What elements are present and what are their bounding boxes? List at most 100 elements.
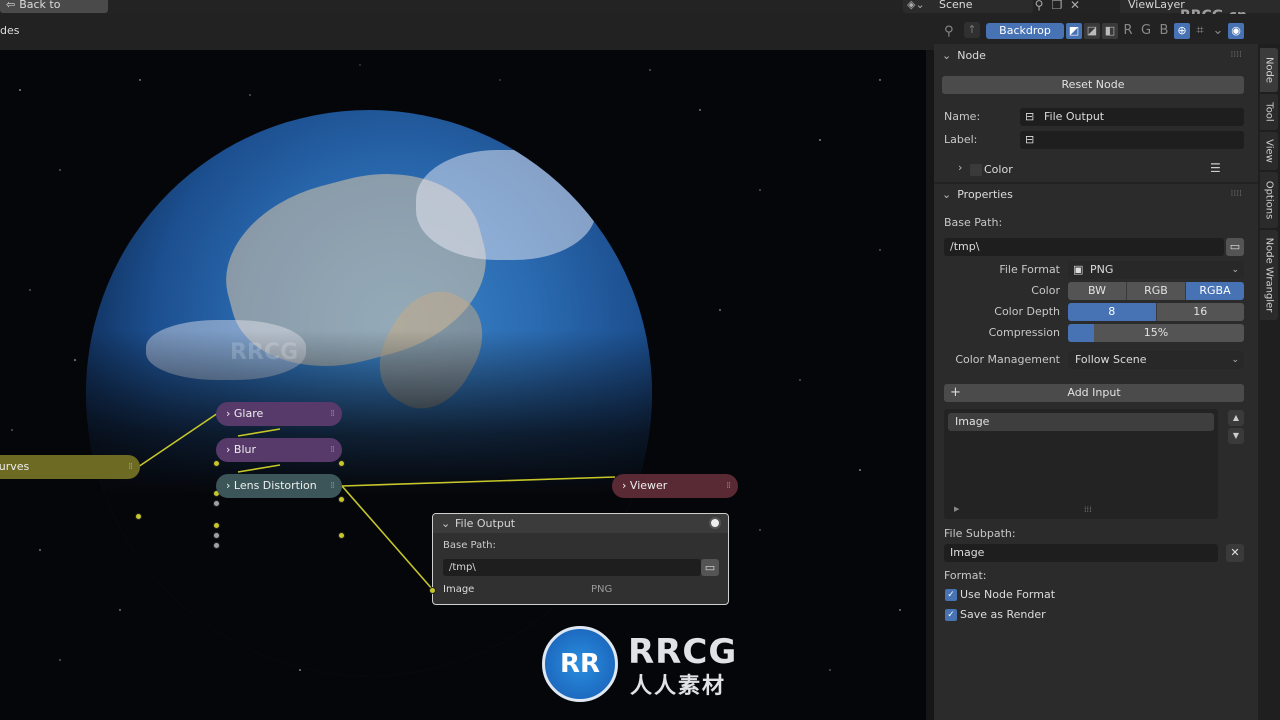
name-field[interactable]: File Output <box>1020 108 1244 126</box>
color-depth-16[interactable]: 16 <box>1156 303 1244 321</box>
compression-slider[interactable]: 15% <box>1068 324 1244 342</box>
watermark-brand-cn: 人人素材 <box>630 674 727 699</box>
file-subpath-label: File Subpath: <box>944 527 1016 540</box>
gizmo-icon[interactable]: ◉ <box>1228 23 1244 39</box>
folder-icon[interactable]: ▭ <box>701 559 719 576</box>
file-output-path-field[interactable]: /tmp\ <box>443 559 701 576</box>
back-icon: ⇦ <box>6 0 16 11</box>
panel-drag-icon[interactable]: ⁞⁞⁞⁞ <box>1231 189 1242 199</box>
node-viewer[interactable]: › Viewer ⁞⁞ <box>612 474 738 498</box>
tab-view[interactable]: View <box>1260 132 1278 170</box>
sidebar: ⌄Node ⁞⁞⁞⁞ ⟳ Reset Node Name: File Outpu… <box>934 44 1258 720</box>
properties-panel-title: Properties <box>957 188 1013 201</box>
watermark-logo: RR <box>542 626 618 702</box>
overlay-icon[interactable]: ⌄ <box>1210 23 1226 39</box>
sidebar-tabs: Node Tool View Options Node Wrangler <box>1258 44 1280 720</box>
node-grip-icon: ⁞⁞ <box>330 409 335 419</box>
back-to-previous-button[interactable]: ⇦Back to Previous <box>0 0 108 28</box>
node-panel-header[interactable]: ⌄ Node <box>942 45 986 67</box>
lens-output-socket[interactable] <box>338 532 345 539</box>
curves-output-socket[interactable] <box>135 513 142 520</box>
properties-panel-header[interactable]: ⌄ Properties <box>942 184 1013 206</box>
blur-output-socket[interactable] <box>338 496 345 503</box>
header-pin-icon[interactable]: ⚲ <box>944 24 954 39</box>
backdrop-alpha-icon[interactable]: ◧ <box>1102 23 1118 39</box>
backdrop-toggle[interactable]: Backdrop <box>986 23 1064 39</box>
label-field[interactable] <box>1020 131 1244 149</box>
scene-icon: ◈⌄ <box>907 0 925 11</box>
channel-r-button[interactable]: R <box>1120 23 1136 39</box>
color-expand-icon[interactable]: › <box>958 161 962 174</box>
use-node-format-label: Use Node Format <box>960 588 1056 601</box>
grid-icon[interactable]: ⌗ <box>1192 23 1208 39</box>
file-subpath-field[interactable]: Image <box>944 544 1218 562</box>
lens-dispersion-socket[interactable] <box>213 542 220 549</box>
glare-input-socket[interactable] <box>213 460 220 467</box>
blur-size-socket[interactable] <box>213 500 220 507</box>
presets-list-icon[interactable]: ☰ <box>1210 161 1221 175</box>
save-as-render-checkbox[interactable]: ✓ <box>945 609 957 621</box>
list-item[interactable]: Image <box>948 413 1214 431</box>
compression-label: Compression <box>988 326 1060 339</box>
lens-distort-socket[interactable] <box>213 532 220 539</box>
file-format-label: File Format <box>999 263 1060 276</box>
node-label: › Blur <box>226 443 257 456</box>
channel-b-button[interactable]: B <box>1156 23 1172 39</box>
file-output-header[interactable]: ⌄ File Output <box>433 514 728 533</box>
snap-icon[interactable]: ⊕ <box>1174 23 1190 39</box>
close-icon[interactable]: ✕ <box>1068 0 1082 12</box>
file-format-value: PNG <box>1090 263 1114 276</box>
move-up-icon[interactable]: ▲ <box>1228 410 1244 426</box>
clear-icon[interactable]: ✕ <box>1226 544 1244 562</box>
tab-tool[interactable]: Tool <box>1260 94 1278 130</box>
folder-icon[interactable]: ▭ <box>1226 238 1244 256</box>
node-icon: ⊟ <box>1025 110 1035 123</box>
file-output-input-label: Image <box>443 584 475 595</box>
add-input-button[interactable]: Add Input <box>944 384 1244 402</box>
reset-node-button[interactable]: Reset Node <box>942 76 1244 94</box>
glare-output-socket[interactable] <box>338 460 345 467</box>
node-lens-distortion[interactable]: › Lens Distortion ⁞⁞ <box>216 474 342 498</box>
file-output-image-socket[interactable] <box>429 587 436 594</box>
node-editor-canvas[interactable]: RRCG B Curves ⁞⁞ › Glare ⁞⁞ › Blur ⁞⁞ › … <box>0 50 926 720</box>
viewlayer-label: ViewLayer <box>1128 0 1185 11</box>
file-format-dropdown[interactable]: PNG ⌄ <box>1068 261 1244 279</box>
channel-g-button[interactable]: G <box>1138 23 1154 39</box>
list-resize-icon[interactable]: ⁞⁞⁞ <box>1084 505 1092 514</box>
image-icon: ▣ <box>1073 263 1084 276</box>
lens-input-socket[interactable] <box>213 522 220 529</box>
use-node-format-checkbox[interactable]: ✓ <box>945 589 957 601</box>
node-file-output[interactable]: ⌄ File Output Base Path: /tmp\ ▭ Image P… <box>432 513 729 605</box>
node-label: › Glare <box>226 407 264 420</box>
color-mode-rgb[interactable]: RGB <box>1127 282 1186 300</box>
region-divider[interactable] <box>926 50 934 720</box>
node-blur[interactable]: › Blur ⁞⁞ <box>216 438 342 462</box>
color-checkbox[interactable] <box>970 164 982 176</box>
pin-icon[interactable]: ⚲ <box>1032 0 1046 12</box>
preview-globe-icon[interactable] <box>709 517 721 529</box>
compression-value: 15% <box>1143 326 1169 339</box>
collapse-icon[interactable]: ⌄ <box>441 514 450 533</box>
color-mode-rgba[interactable]: RGBA <box>1186 282 1244 300</box>
color-management-dropdown[interactable]: Follow Scene ⌄ <box>1068 351 1244 369</box>
node-rgb-curves[interactable]: B Curves ⁞⁞ <box>0 455 140 479</box>
parent-node-tree-icon[interactable]: ↑ <box>964 22 980 38</box>
color-depth-selector: 8 16 <box>1068 303 1244 321</box>
tab-options[interactable]: Options <box>1260 172 1278 228</box>
backdrop-color-icon[interactable]: ◪ <box>1084 23 1100 39</box>
tab-node-label: Node <box>1263 56 1275 84</box>
tab-node-wrangler[interactable]: Node Wrangler <box>1260 230 1278 320</box>
panel-drag-icon[interactable]: ⁞⁞⁞⁞ <box>1231 50 1242 60</box>
tab-node[interactable]: Node <box>1260 48 1278 92</box>
move-down-icon[interactable]: ▼ <box>1228 428 1244 444</box>
copy-icon[interactable]: ❐ <box>1050 0 1064 12</box>
node-label: › Lens Distortion <box>226 479 317 492</box>
scene-selector[interactable]: ◈⌄ Scene <box>903 0 1033 13</box>
base-path-field[interactable]: /tmp\ <box>944 238 1224 256</box>
backdrop-color-alpha-icon[interactable]: ◩ <box>1066 23 1082 39</box>
node-glare[interactable]: › Glare ⁞⁞ <box>216 402 342 426</box>
color-depth-8[interactable]: 8 <box>1068 303 1157 321</box>
node-icon: ⊟ <box>1025 133 1035 146</box>
color-mode-bw[interactable]: BW <box>1068 282 1127 300</box>
list-expand-icon[interactable]: ▶ <box>954 505 959 513</box>
